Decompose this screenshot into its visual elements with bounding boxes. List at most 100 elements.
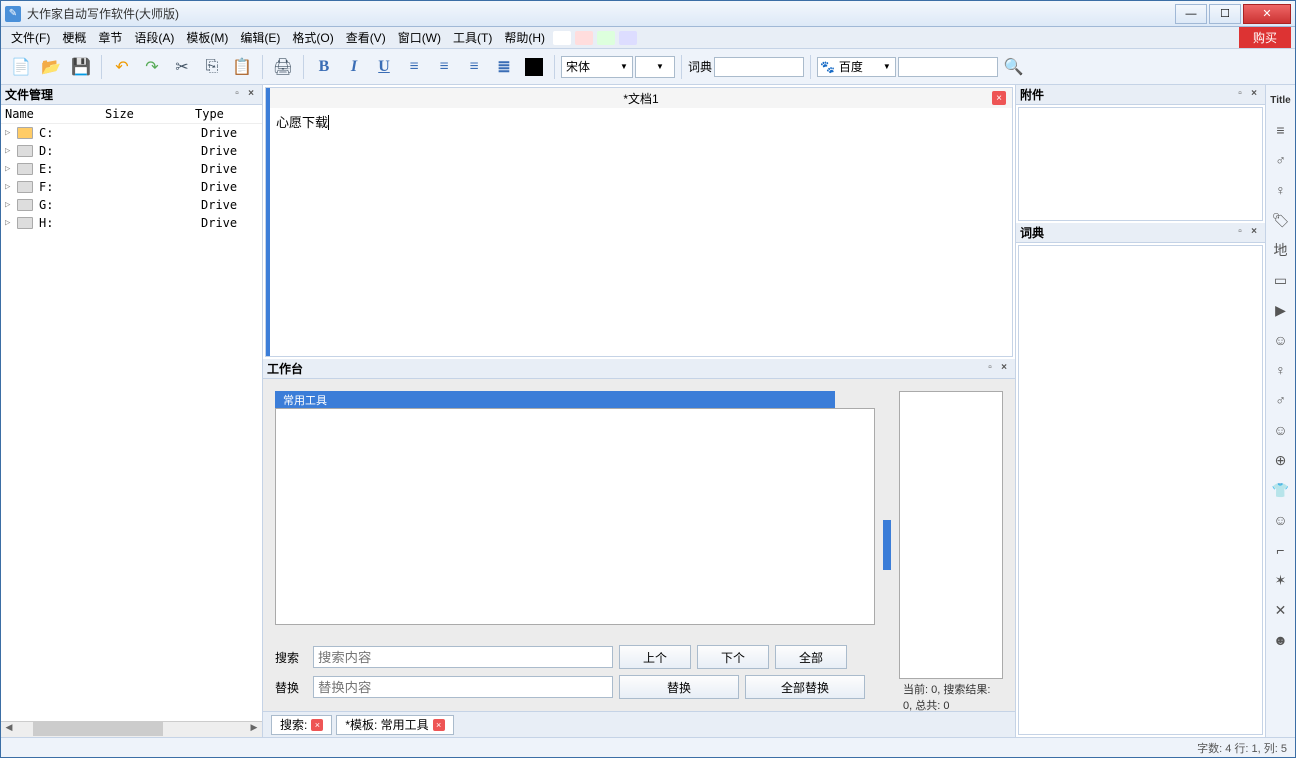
paste-icon[interactable]: 📋 [228, 53, 256, 81]
sidebar-tool-12[interactable]: ⊕ [1270, 449, 1292, 471]
close-button[interactable]: ✕ [1243, 4, 1291, 24]
font-select[interactable]: 宋体▼ [561, 56, 633, 78]
replace-all-button[interactable]: 全部替换 [745, 675, 865, 699]
document-editor[interactable]: 心愿下载 [270, 108, 1012, 356]
font-size-select[interactable]: ▼ [635, 56, 675, 78]
separator [810, 55, 811, 79]
dict-label: 词典 [688, 58, 712, 75]
align-right-icon[interactable]: ≡ [460, 53, 488, 81]
search-bottom-tab[interactable]: 搜索:× [271, 715, 332, 735]
color-swatch-green[interactable] [597, 31, 615, 45]
replace-button[interactable]: 替换 [619, 675, 739, 699]
template-bottom-tab[interactable]: *模板: 常用工具× [336, 715, 453, 735]
close-tab-icon[interactable]: × [992, 91, 1006, 105]
align-justify-icon[interactable]: ≣ [490, 53, 518, 81]
workspace-tab[interactable]: 常用工具 [275, 391, 835, 409]
web-search-input[interactable] [898, 57, 998, 77]
dict-body[interactable] [1018, 245, 1263, 735]
bold-icon[interactable]: B [310, 53, 338, 81]
italic-icon[interactable]: I [340, 53, 368, 81]
menu-chapter[interactable]: 章节 [92, 27, 128, 48]
color-swatch-white[interactable] [553, 31, 571, 45]
open-icon[interactable]: 📂 [37, 53, 65, 81]
menu-help[interactable]: 帮助(H) [498, 27, 551, 48]
menu-window[interactable]: 窗口(W) [392, 27, 447, 48]
panel-float-icon[interactable]: ▫ [1233, 88, 1247, 102]
sidebar-tool-11[interactable]: ☺ [1270, 419, 1292, 441]
sidebar-tool-1[interactable]: ≡ [1270, 119, 1292, 141]
color-swatch-blue[interactable] [619, 31, 637, 45]
drive-row[interactable]: ▷E:Drive [1, 160, 262, 178]
dict-input[interactable] [714, 57, 804, 77]
sidebar-tool-14[interactable]: ☺ [1270, 509, 1292, 531]
underline-icon[interactable]: U [370, 53, 398, 81]
result-textarea[interactable] [899, 391, 1003, 679]
panel-float-icon[interactable]: ▫ [1233, 226, 1247, 240]
new-icon[interactable]: 📄 [7, 53, 35, 81]
align-left-icon[interactable]: ≡ [400, 53, 428, 81]
menu-format[interactable]: 格式(O) [286, 27, 339, 48]
search-engine-select[interactable]: 🐾百度▼ [817, 57, 896, 77]
panel-close-icon[interactable]: × [1247, 226, 1261, 240]
splitter[interactable] [883, 520, 891, 570]
drive-row[interactable]: ▷H:Drive [1, 214, 262, 232]
menu-tools[interactable]: 工具(T) [447, 27, 498, 48]
color-swatch-pink[interactable] [575, 31, 593, 45]
sidebar-tool-15[interactable]: ⌐ [1270, 539, 1292, 561]
next-button[interactable]: 下个 [697, 645, 769, 669]
workspace-textarea[interactable] [275, 408, 875, 625]
titlebar: ✎ 大作家自动写作软件(大师版) — ☐ ✕ [1, 1, 1295, 27]
horizontal-scrollbar[interactable]: ◀▶ [1, 721, 262, 737]
dict-header: 词典 ▫ × [1016, 223, 1265, 243]
drive-row[interactable]: ▷G:Drive [1, 196, 262, 214]
drive-row[interactable]: ▷C:Drive [1, 124, 262, 142]
sidebar-tool-18[interactable]: ☻ [1270, 629, 1292, 651]
close-icon[interactable]: × [433, 719, 445, 731]
menu-segment[interactable]: 语段(A) [128, 27, 180, 48]
search-icon[interactable]: 🔍 [1000, 53, 1028, 81]
panel-close-icon[interactable]: × [997, 362, 1011, 376]
sidebar-tool-2[interactable]: ♂ [1270, 149, 1292, 171]
drive-row[interactable]: ▷F:Drive [1, 178, 262, 196]
menu-edit[interactable]: 编辑(E) [234, 27, 286, 48]
close-icon[interactable]: × [311, 719, 323, 731]
buy-button[interactable]: 购买 [1239, 27, 1291, 48]
sidebar-tool-6[interactable]: ▭ [1270, 269, 1292, 291]
panel-close-icon[interactable]: × [1247, 88, 1261, 102]
panel-float-icon[interactable]: ▫ [230, 88, 244, 102]
sidebar-tool-7[interactable]: ▶ [1270, 299, 1292, 321]
sidebar-tool-10[interactable]: ♂ [1270, 389, 1292, 411]
minimize-button[interactable]: — [1175, 4, 1207, 24]
menu-file[interactable]: 文件(F) [5, 27, 56, 48]
align-center-icon[interactable]: ≡ [430, 53, 458, 81]
cut-icon[interactable]: ✂ [168, 53, 196, 81]
search-input[interactable] [313, 646, 613, 668]
save-icon[interactable]: 💾 [67, 53, 95, 81]
sidebar-tool-16[interactable]: ✶ [1270, 569, 1292, 591]
sidebar-tool-5[interactable]: 地 [1270, 239, 1292, 261]
sidebar-tool-9[interactable]: ♀ [1270, 359, 1292, 381]
prev-button[interactable]: 上个 [619, 645, 691, 669]
undo-icon[interactable]: ↶ [108, 53, 136, 81]
sidebar-tool-3[interactable]: ♀ [1270, 179, 1292, 201]
sidebar-tool-8[interactable]: ☺ [1270, 329, 1292, 351]
redo-icon[interactable]: ↷ [138, 53, 166, 81]
maximize-button[interactable]: ☐ [1209, 4, 1241, 24]
menu-template[interactable]: 模板(M) [180, 27, 234, 48]
sidebar-tool-4[interactable]: 🏷 [1270, 209, 1292, 231]
all-button[interactable]: 全部 [775, 645, 847, 669]
menu-view[interactable]: 查看(V) [340, 27, 392, 48]
panel-close-icon[interactable]: × [244, 88, 258, 102]
replace-input[interactable] [313, 676, 613, 698]
font-color-icon[interactable] [520, 53, 548, 81]
document-tab[interactable]: *文档1 × [270, 88, 1012, 108]
panel-float-icon[interactable]: ▫ [983, 362, 997, 376]
attachment-body[interactable] [1018, 107, 1263, 221]
menu-outline[interactable]: 梗概 [56, 27, 92, 48]
copy-icon[interactable]: ⎘ [198, 53, 226, 81]
sidebar-tool-17[interactable]: ✕ [1270, 599, 1292, 621]
sidebar-tool-13[interactable]: 👕 [1270, 479, 1292, 501]
drive-row[interactable]: ▷D:Drive [1, 142, 262, 160]
print-icon[interactable]: 🖨 [269, 53, 297, 81]
sidebar-tool-0[interactable]: Title [1270, 89, 1292, 111]
